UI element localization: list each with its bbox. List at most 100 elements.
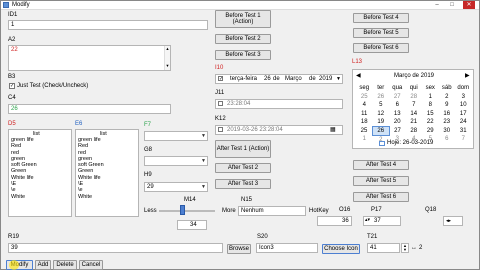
calendar-day[interactable]: 23 [439,118,456,127]
after-test-5-button[interactable]: After Test 5 [353,176,409,186]
j11-checkbox[interactable] [218,101,223,106]
calendar-day[interactable]: 30 [439,127,456,136]
calendar-day[interactable]: 11 [356,110,373,119]
calendar-header[interactable]: Março de 2019 [353,73,475,79]
calendar-day[interactable]: 28 [406,93,423,102]
calendar-day[interactable]: 25 [356,93,373,102]
calendar-day[interactable]: 14 [406,110,423,119]
after-test-4-button[interactable]: After Test 4 [353,160,409,170]
f7-combobox[interactable]: ▼ [144,131,208,141]
i10-datepicker[interactable]: ✓ terça-feira 26 de Março de 2019 ▼ [215,74,343,84]
e6-listbox[interactable]: list green life Red red green soft Green… [75,129,139,217]
calendar-day[interactable]: 22 [422,118,439,127]
delete-button[interactable]: Delete [53,260,77,270]
calendar-day[interactable]: 18 [356,118,373,127]
calendar-day[interactable]: 1 [422,93,439,102]
browse-button[interactable]: Browse [227,244,251,254]
spinner-arrows-icon[interactable]: ▲ ▼ [403,244,407,252]
choose-icon-button[interactable]: Choose Icon [322,244,360,254]
calendar-day[interactable]: 26 [373,93,390,102]
minimize-button[interactable]: – [431,1,443,9]
calendar-day[interactable]: 27 [389,93,406,102]
cancel-button[interactable]: Cancel [79,260,103,270]
calendar-day[interactable]: 21 [406,118,423,127]
maximize-button[interactable]: □ [446,1,458,9]
calendar-day[interactable]: 6 [389,101,406,110]
calendar-day[interactable]: 16 [439,110,456,119]
t21-spinner[interactable]: ▲ ▼ [401,243,409,253]
before-test-2-button[interactable]: Before Test 2 [215,34,271,44]
calendar-day[interactable]: 1 [356,135,373,144]
list-item[interactable]: White [11,194,37,200]
calendar-day[interactable]: 8 [422,101,439,110]
s20-value: Icon3 [259,245,274,251]
calendar-today[interactable]: Hoje: 26-03-2019 [387,140,433,146]
calendar-day[interactable]: 19 [373,118,390,127]
before-test-4-button[interactable]: Before Test 4 [353,13,409,23]
calendar-day[interactable]: 31 [455,127,472,136]
id1-input[interactable]: 1 [8,20,208,30]
close-button[interactable]: ✕ [463,1,475,9]
m14-slider-thumb[interactable] [180,205,185,215]
calendar-day[interactable]: 17 [455,110,472,119]
before-test-1-button[interactable]: Before Test 1 (Action) [215,10,271,28]
calendar-day[interactable]: 29 [422,127,439,136]
list-item[interactable]: White [78,194,104,200]
label-k12: K12 [215,116,226,122]
calendar-day[interactable]: 28 [406,127,423,136]
k12-checkbox[interactable] [218,127,223,132]
calendar-day[interactable]: 25 [356,127,373,136]
calendar-day[interactable]: 2 [439,93,456,102]
calendar-day[interactable]: 15 [422,110,439,119]
calendar-day[interactable]: 9 [439,101,456,110]
calendar-day[interactable]: 27 [389,127,406,136]
after-test-3-button[interactable]: After Test 3 [215,179,271,189]
a2-textarea[interactable]: 22 ▲ ▼ [8,45,171,71]
n15-input[interactable]: Nenhum [238,206,306,216]
before-test-3-button[interactable]: Before Test 3 [215,50,271,60]
calendar-day[interactable]: 20 [389,118,406,127]
calendar-day[interactable]: 13 [389,110,406,119]
before-test-6-button[interactable]: Before Test 6 [353,43,409,53]
calendar-day[interactable]: 7 [455,135,472,144]
calendar-day[interactable]: 3 [455,93,472,102]
calendar-day[interactable]: 5 [373,101,390,110]
after-test-1-button[interactable]: After Test 1 (Action) [215,140,271,158]
calendar-day[interactable]: 6 [439,135,456,144]
j11-timepicker[interactable]: 23:28:04 [215,99,343,109]
weekday: qua [392,85,403,92]
l13-calendar[interactable]: ◀ Março de 2019 ▶ seg ter qua qui sex sá… [352,69,474,149]
c4-input[interactable]: 26 [8,104,171,114]
a2-scrollbar[interactable]: ▲ ▼ [164,46,170,70]
calendar-day-selected[interactable]: 26 [372,126,390,136]
s20-input[interactable]: Icon3 [256,243,318,253]
calendar-day[interactable]: 10 [455,101,472,110]
spinner-arrows-icon[interactable]: ▴▾ [365,217,370,223]
calendar-day[interactable]: 12 [373,110,390,119]
add-button[interactable]: Add [35,260,51,270]
m14-slider-track[interactable] [159,210,215,212]
i10-checkbox[interactable]: ✓ [218,76,223,82]
calendar-day[interactable]: 4 [356,101,373,110]
calendar-week: 25 26 27 28 1 2 3 [356,93,472,102]
calendar-day[interactable]: 7 [406,101,423,110]
g8-combobox[interactable]: ▼ [144,156,208,166]
label-id1: ID1 [8,12,18,18]
before-test-5-button[interactable]: Before Test 5 [353,28,409,38]
t21-input[interactable]: 41 [367,243,400,253]
d5-listbox[interactable]: list green life Red red green soft Green… [8,129,72,217]
calendar-icon[interactable]: ▦ [330,126,336,133]
b3-checkbox[interactable]: ✓ [9,83,15,89]
chevron-down-icon[interactable]: ▼ [336,76,341,82]
q18-updown[interactable]: ◂▸ [443,216,463,226]
updown-icon[interactable]: ◂▸ [446,218,451,224]
calendar-day[interactable]: 24 [455,118,472,127]
p17-spinner[interactable]: ▴▾ 37 [363,216,401,226]
calendar-next-icon[interactable]: ▶ [465,72,470,79]
r19-input[interactable]: 39 [8,243,223,253]
after-test-2-button[interactable]: After Test 2 [215,163,271,173]
k12-datetimepicker[interactable]: 2019-03-26 23:28:04 ▦ [215,125,343,135]
after-test-6-button[interactable]: After Test 6 [353,192,409,202]
h9-combobox[interactable]: 29 ▼ [144,182,208,192]
o16-input[interactable]: 36 [317,216,352,226]
